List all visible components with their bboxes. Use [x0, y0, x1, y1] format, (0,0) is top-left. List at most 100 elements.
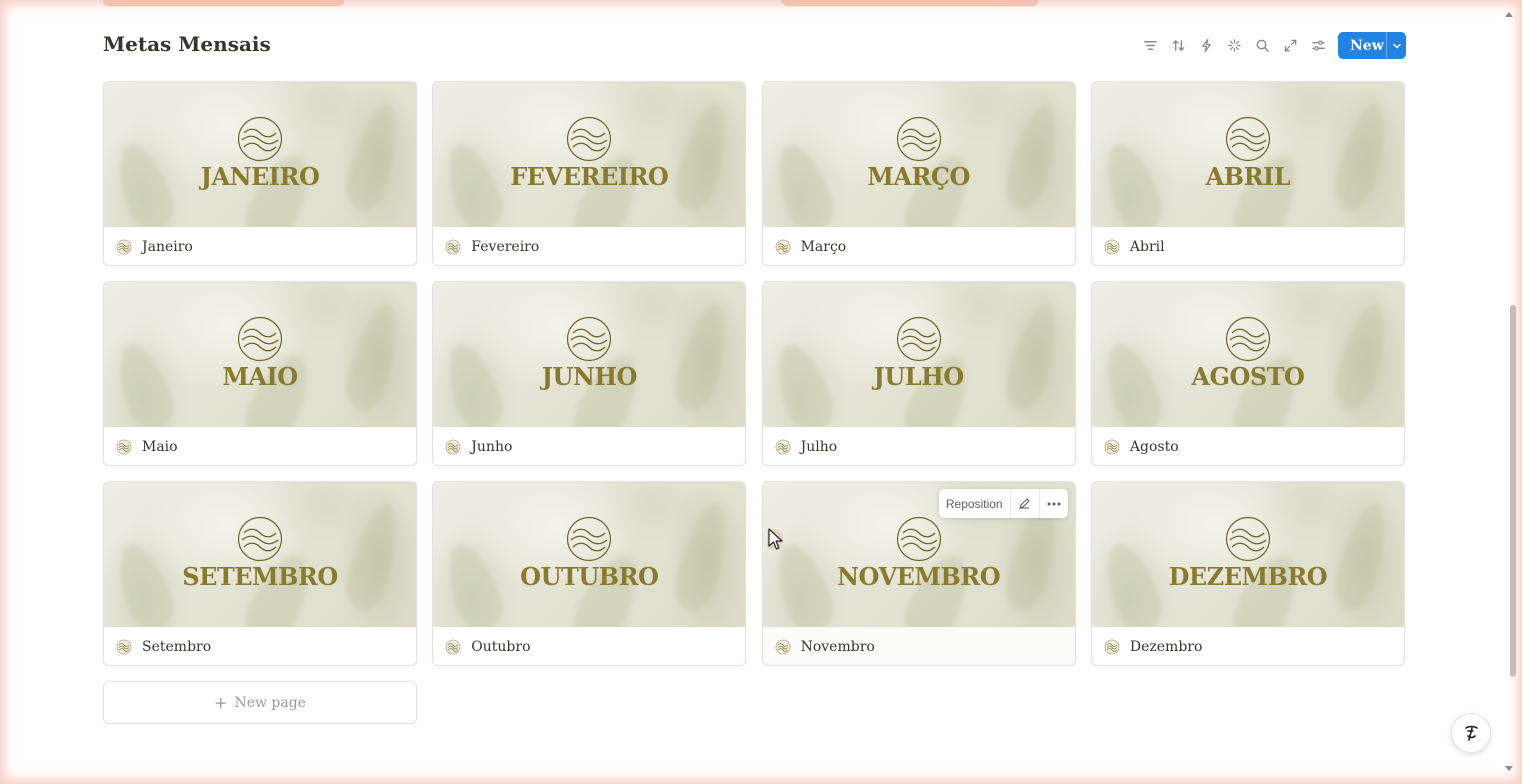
- wave-emblem-icon: [896, 116, 941, 162]
- card-cover-image[interactable]: MARÇO: [762, 82, 1075, 227]
- gallery-card[interactable]: JUNHO Junho: [432, 281, 747, 466]
- page-wave-icon: [1104, 239, 1120, 255]
- gallery-card[interactable]: OUTUBRO Outubro: [432, 481, 747, 666]
- card-title-row[interactable]: Setembro: [104, 627, 416, 665]
- gallery-card[interactable]: JANEIRO Janeiro: [103, 81, 417, 266]
- wave-emblem-icon: [567, 316, 612, 362]
- page-wave-icon: [445, 639, 461, 655]
- scroll-up-arrow-icon[interactable]: [1505, 12, 1513, 17]
- card-title-row[interactable]: Maio: [104, 427, 416, 465]
- card-cover-image[interactable]: MAIO: [104, 282, 416, 427]
- automation-icon[interactable]: [1192, 33, 1220, 59]
- gallery-card[interactable]: AGOSTO Agosto: [1090, 281, 1405, 466]
- wave-emblem-icon: [567, 516, 612, 562]
- card-cover-image[interactable]: JANEIRO: [104, 82, 416, 227]
- cover-month-text: MARÇO: [867, 162, 970, 191]
- cover-month-text: DEZEMBRO: [1168, 562, 1328, 591]
- ai-face-icon: [1465, 725, 1478, 741]
- card-title-row[interactable]: Março: [763, 227, 1075, 265]
- cover-month-text: NOVEMBRO: [837, 562, 1001, 591]
- card-cover-image[interactable]: AGOSTO: [1091, 282, 1404, 427]
- cover-month-text: JUNHO: [541, 362, 638, 391]
- page-wave-icon: [1104, 439, 1120, 455]
- card-cover-image[interactable]: DEZEMBRO: [1091, 482, 1404, 627]
- gallery-card[interactable]: DEZEMBRO Dezembro: [1090, 481, 1405, 666]
- gallery-card[interactable]: ABRIL Abril: [1090, 81, 1405, 266]
- sort-icon[interactable]: [1164, 33, 1192, 59]
- edit-cover-icon[interactable]: [1011, 497, 1039, 510]
- wave-emblem-icon: [1225, 516, 1270, 562]
- ai-assistant-button[interactable]: [1451, 713, 1491, 753]
- reposition-button[interactable]: Reposition: [939, 497, 1010, 511]
- page-wave-icon: [116, 239, 132, 255]
- new-page-button[interactable]: + New page: [103, 681, 417, 724]
- cover-hover-menu: Reposition: [938, 489, 1068, 518]
- cover-month-text: JULHO: [873, 362, 964, 391]
- card-title: Setembro: [142, 639, 212, 655]
- card-title: Dezembro: [1129, 639, 1203, 655]
- settings-icon[interactable]: [1304, 33, 1332, 59]
- card-title-row[interactable]: Agosto: [1092, 427, 1404, 465]
- card-title-row[interactable]: Novembro: [762, 627, 1075, 665]
- card-title-row[interactable]: Julho: [763, 427, 1075, 465]
- new-page-label: New page: [234, 694, 306, 711]
- cover-month-text: AGOSTO: [1191, 362, 1305, 391]
- card-title-row[interactable]: Fevereiro: [433, 227, 745, 265]
- database-title[interactable]: Metas Mensais: [103, 32, 271, 56]
- previous-block-edge: [782, 0, 1038, 6]
- card-cover-image[interactable]: OUTUBRO: [433, 482, 746, 627]
- database-toolbar: New: [1136, 32, 1406, 59]
- wave-emblem-icon: [1225, 116, 1270, 162]
- cover-month-text: FEVEREIRO: [510, 162, 669, 191]
- ai-sparkle-icon[interactable]: [1220, 33, 1248, 59]
- card-title: Novembro: [800, 639, 875, 655]
- wave-emblem-icon: [237, 316, 283, 362]
- page-wave-icon: [775, 639, 790, 655]
- wave-emblem-icon: [896, 516, 941, 562]
- new-button[interactable]: New: [1338, 32, 1406, 59]
- plus-icon: +: [214, 693, 228, 712]
- gallery-card[interactable]: NOVEMBRO Reposition Novembro: [761, 481, 1076, 666]
- search-icon[interactable]: [1248, 33, 1276, 59]
- card-title: Outubro: [471, 639, 531, 655]
- expand-icon[interactable]: [1276, 33, 1304, 59]
- gallery-card[interactable]: MAIO Maio: [103, 281, 417, 466]
- card-cover-image[interactable]: JUNHO: [433, 282, 746, 427]
- filter-icon[interactable]: [1136, 33, 1164, 59]
- card-cover-image[interactable]: ABRIL: [1091, 82, 1404, 227]
- gallery-grid: JANEIRO Janeiro FEVEREIRO Fevereiro MARÇ…: [103, 81, 1405, 666]
- card-title-row[interactable]: Junho: [433, 427, 745, 465]
- card-title: Julho: [800, 439, 838, 455]
- page-wave-icon: [775, 239, 790, 255]
- card-title: Agosto: [1129, 439, 1179, 455]
- gallery-card[interactable]: SETEMBRO Setembro: [103, 481, 417, 666]
- page-wave-icon: [445, 239, 461, 255]
- card-title-row[interactable]: Janeiro: [104, 227, 416, 265]
- card-title: Janeiro: [142, 239, 193, 255]
- gallery-card[interactable]: JULHO Julho: [761, 281, 1076, 466]
- wave-emblem-icon: [237, 516, 283, 562]
- page-wave-icon: [775, 439, 790, 455]
- scrollbar-thumb[interactable]: [1510, 305, 1516, 677]
- gallery-card[interactable]: FEVEREIRO Fevereiro: [432, 81, 747, 266]
- page-wave-icon: [116, 439, 132, 455]
- wave-emblem-icon: [896, 316, 941, 362]
- more-options-icon[interactable]: [1040, 502, 1068, 506]
- card-title-row[interactable]: Dezembro: [1092, 627, 1404, 665]
- cover-month-text: MAIO: [222, 362, 298, 391]
- wave-emblem-icon: [567, 116, 612, 162]
- chevron-down-icon[interactable]: [1387, 41, 1406, 51]
- wave-emblem-icon: [1225, 316, 1270, 362]
- card-title-row[interactable]: Outubro: [433, 627, 745, 665]
- gallery-card[interactable]: MARÇO Março: [761, 81, 1076, 266]
- new-button-label: New: [1350, 37, 1384, 54]
- card-cover-image[interactable]: SETEMBRO: [104, 482, 416, 627]
- cover-month-text: ABRIL: [1205, 162, 1291, 191]
- wave-emblem-icon: [237, 116, 283, 162]
- card-cover-image[interactable]: NOVEMBRO Reposition: [762, 482, 1075, 627]
- card-cover-image[interactable]: JULHO: [762, 282, 1075, 427]
- card-cover-image[interactable]: FEVEREIRO: [433, 82, 746, 227]
- card-title: Junho: [471, 439, 513, 455]
- scroll-down-arrow-icon[interactable]: [1505, 766, 1513, 771]
- card-title-row[interactable]: Abril: [1092, 227, 1404, 265]
